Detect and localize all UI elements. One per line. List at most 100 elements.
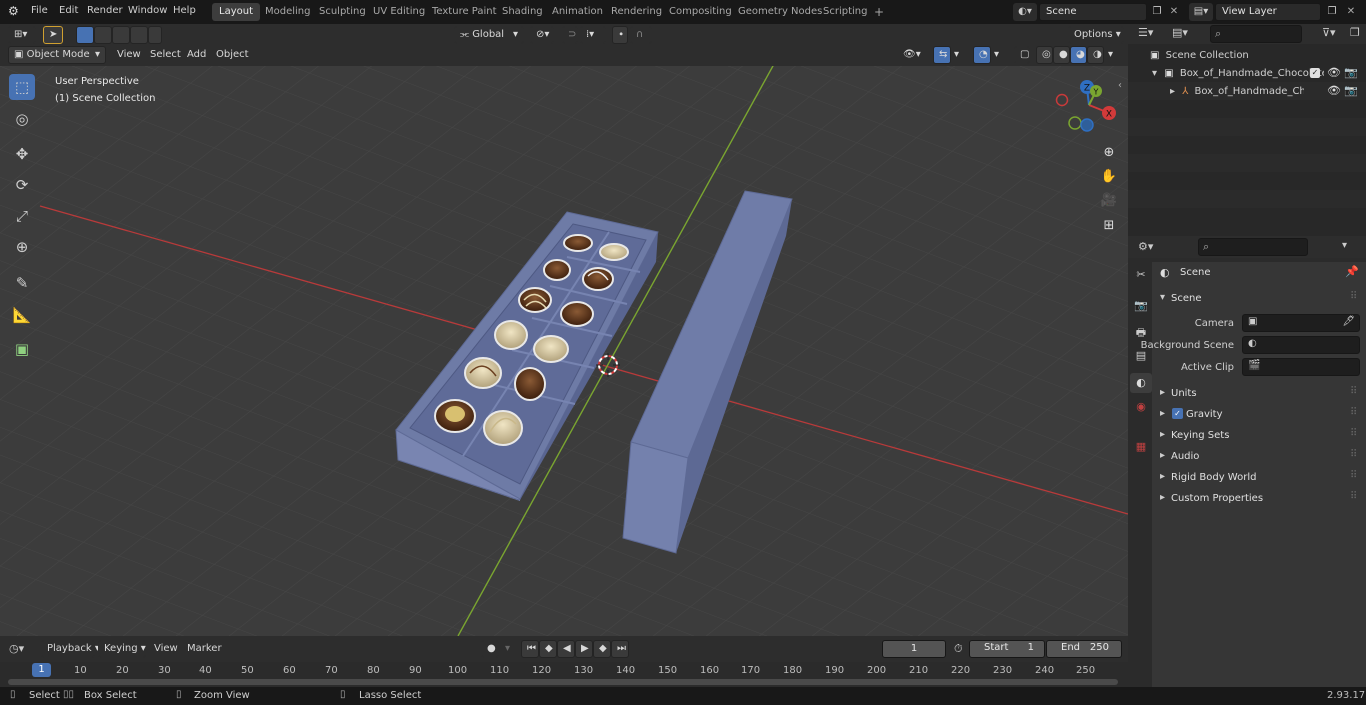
units-panel-header[interactable]: ▸ Units ⠿ — [1152, 384, 1366, 404]
tab-modeling[interactable]: Modeling — [258, 3, 318, 21]
render-camera-icon[interactable]: 📷 — [1344, 84, 1358, 97]
close-scene-icon[interactable]: ✕ — [1167, 3, 1181, 21]
tab-shading[interactable]: Shading — [495, 3, 550, 21]
timeline-ruler[interactable]: 1 10 20 30 40 50 60 70 80 90 100 110 120… — [0, 662, 1128, 678]
blender-logo-icon[interactable]: ⚙ — [8, 4, 19, 18]
annotate-tool-icon[interactable]: ✎ — [9, 270, 35, 296]
shading-rendered-icon[interactable]: ◑ — [1087, 46, 1104, 64]
select-mode-extend-icon[interactable] — [94, 26, 112, 44]
menu-window[interactable]: Window — [128, 5, 167, 16]
select-mode-intersect-icon[interactable] — [148, 26, 162, 44]
tab-animation[interactable]: Animation — [545, 3, 610, 21]
eyedropper-icon[interactable]: 🖋 — [1342, 316, 1355, 327]
play-icon[interactable]: ▶ — [575, 640, 593, 658]
drag-handle-icon[interactable]: ⠿ — [1350, 428, 1357, 439]
snap-target-icon[interactable]: ⁞▾ — [580, 26, 606, 44]
menu-help[interactable]: Help — [173, 5, 196, 16]
snap-toggle-icon[interactable]: ⊃ — [562, 26, 578, 44]
visibility-icon[interactable]: 👁▾ — [903, 46, 921, 64]
shading-material-icon[interactable]: ◕ — [1070, 46, 1087, 64]
zoom-view-icon[interactable]: ⊕ — [1098, 142, 1120, 164]
properties-editor-type-icon[interactable]: ⚙▾ — [1138, 240, 1153, 253]
exclude-checkbox[interactable]: ✓ — [1310, 68, 1320, 78]
auto-keying-icon[interactable]: ● — [481, 640, 499, 658]
rotate-tool-icon[interactable]: ⟳ — [9, 172, 35, 198]
new-collection-icon[interactable]: ❐ — [1350, 26, 1360, 39]
shading-menu-icon[interactable]: ▾ — [1108, 46, 1113, 64]
gravity-checkbox[interactable]: ✓ — [1172, 408, 1183, 419]
drag-handle-icon[interactable]: ⠿ — [1350, 470, 1357, 481]
keying-dropdown[interactable]: Keying ▾ — [98, 640, 146, 658]
visibility-eye-icon[interactable]: 👁 — [1327, 66, 1341, 79]
end-frame-field[interactable]: End 250 — [1046, 640, 1122, 658]
menu-render[interactable]: Render — [87, 5, 123, 16]
drag-handle-icon[interactable]: ⠿ — [1350, 291, 1357, 302]
tab-view-layer-icon[interactable]: ▤ — [1132, 349, 1150, 367]
transform-tool-icon[interactable]: ⊕ — [9, 234, 35, 260]
select-box-tool-icon[interactable]: ⬚ — [9, 74, 35, 100]
tab-tool-icon[interactable]: ✂ — [1132, 268, 1150, 286]
drag-handle-icon[interactable]: ⠿ — [1350, 407, 1357, 418]
timeline-scrollbar[interactable] — [8, 679, 1118, 685]
scene-icon[interactable]: ◐▾ — [1013, 3, 1037, 21]
pin-icon[interactable]: 📌 — [1345, 265, 1359, 278]
keying-sets-panel-header[interactable]: ▸ Keying Sets ⠿ — [1152, 426, 1366, 446]
view-layer-field[interactable]: View Layer — [1215, 3, 1321, 21]
select-mode-new-icon[interactable] — [76, 26, 94, 44]
outliner-display-mode-icon[interactable]: ▤▾ — [1172, 26, 1188, 39]
play-reverse-icon[interactable]: ◀ — [557, 640, 575, 658]
gravity-panel-header[interactable]: ▸ ✓ Gravity ⠿ — [1152, 405, 1366, 425]
jump-start-icon[interactable]: ⏮ — [521, 640, 539, 658]
tab-world-icon[interactable]: ◉ — [1132, 400, 1150, 418]
properties-search-input[interactable]: ⌕ — [1198, 238, 1308, 256]
scene-section-header[interactable]: ▾ Scene ⠿ — [1152, 289, 1366, 309]
tab-layout[interactable]: Layout — [212, 3, 260, 21]
select-mode-subtract-icon[interactable] — [112, 26, 130, 44]
gizmo-menu-icon[interactable]: ▾ — [954, 46, 959, 64]
tab-geometry-nodes[interactable]: Geometry Nodes — [731, 3, 829, 21]
tab-texture-icon[interactable]: ▦ — [1132, 440, 1150, 458]
add-cube-tool-icon[interactable]: ▣ — [9, 336, 35, 362]
shading-wireframe-icon[interactable]: ◎ — [1036, 46, 1053, 64]
drag-handle-icon[interactable]: ⠿ — [1350, 386, 1357, 397]
filter-icon[interactable]: ⊽▾ — [1322, 26, 1336, 39]
cursor-tool-icon[interactable]: ◎ — [9, 106, 35, 132]
background-scene-field[interactable]: ◐ — [1242, 336, 1360, 354]
new-view-layer-icon[interactable]: ❐ — [1324, 3, 1340, 21]
keying-menu-icon[interactable]: ▾ — [505, 640, 510, 658]
playback-dropdown[interactable]: Playback ▾ — [41, 640, 100, 658]
start-frame-field[interactable]: Start 1 — [969, 640, 1045, 658]
menu-file[interactable]: File — [31, 5, 48, 16]
outliner-search-input[interactable]: ⌕ — [1210, 25, 1302, 43]
viewport-menu-view[interactable]: View — [117, 46, 141, 64]
tab-uv-editing[interactable]: UV Editing — [366, 3, 432, 21]
viewport-menu-object[interactable]: Object — [216, 46, 249, 64]
shading-solid-icon[interactable]: ● — [1053, 46, 1070, 64]
viewport-menu-add[interactable]: Add — [187, 46, 206, 64]
orientation-dropdown[interactable]: ⫘ Global ▾ — [454, 26, 524, 44]
current-frame-field[interactable]: 1 — [882, 640, 946, 658]
editor-type-icon[interactable]: ⊞▾ — [8, 26, 36, 44]
options-dropdown[interactable]: Options ▾ — [1068, 26, 1124, 44]
tab-scripting[interactable]: Scripting — [816, 3, 874, 21]
drag-handle-icon[interactable]: ⠿ — [1350, 491, 1357, 502]
view-layer-icon[interactable]: ▤▾ — [1189, 3, 1213, 21]
ortho-toggle-icon[interactable]: ⊞ — [1098, 215, 1120, 237]
3d-viewport[interactable]: Z X Y User Perspective (1) Scene Collect… — [0, 66, 1128, 636]
drag-handle-icon[interactable]: ⠿ — [1350, 449, 1357, 460]
camera-view-icon[interactable]: 🎥 — [1098, 190, 1120, 212]
timeline-editor-type-icon[interactable]: ◷▾ — [9, 642, 24, 655]
gizmo-toggle-icon[interactable]: ⇆ — [933, 46, 951, 64]
proportional-edit-icon[interactable]: ∙ — [612, 26, 628, 44]
overlay-toggle-icon[interactable]: ◔ — [973, 46, 991, 64]
scale-tool-icon[interactable]: ⤢ — [9, 203, 35, 229]
tab-scene-icon[interactable]: ◐ — [1130, 373, 1152, 393]
outliner-item-scene-collection[interactable]: ▣ Scene Collection — [1150, 48, 1249, 64]
outliner-item-collection[interactable]: ▾ ▣ Box_of_Handmade_Chocolate — [1152, 66, 1324, 82]
camera-field[interactable]: ▣ 🖋 — [1242, 314, 1360, 332]
close-view-layer-icon[interactable]: ✕ — [1344, 3, 1358, 21]
new-scene-icon[interactable]: ❐ — [1149, 3, 1165, 21]
pan-view-icon[interactable]: ✋ — [1098, 166, 1120, 188]
playhead[interactable]: 1 — [32, 663, 51, 677]
tab-rendering[interactable]: Rendering — [604, 3, 669, 21]
